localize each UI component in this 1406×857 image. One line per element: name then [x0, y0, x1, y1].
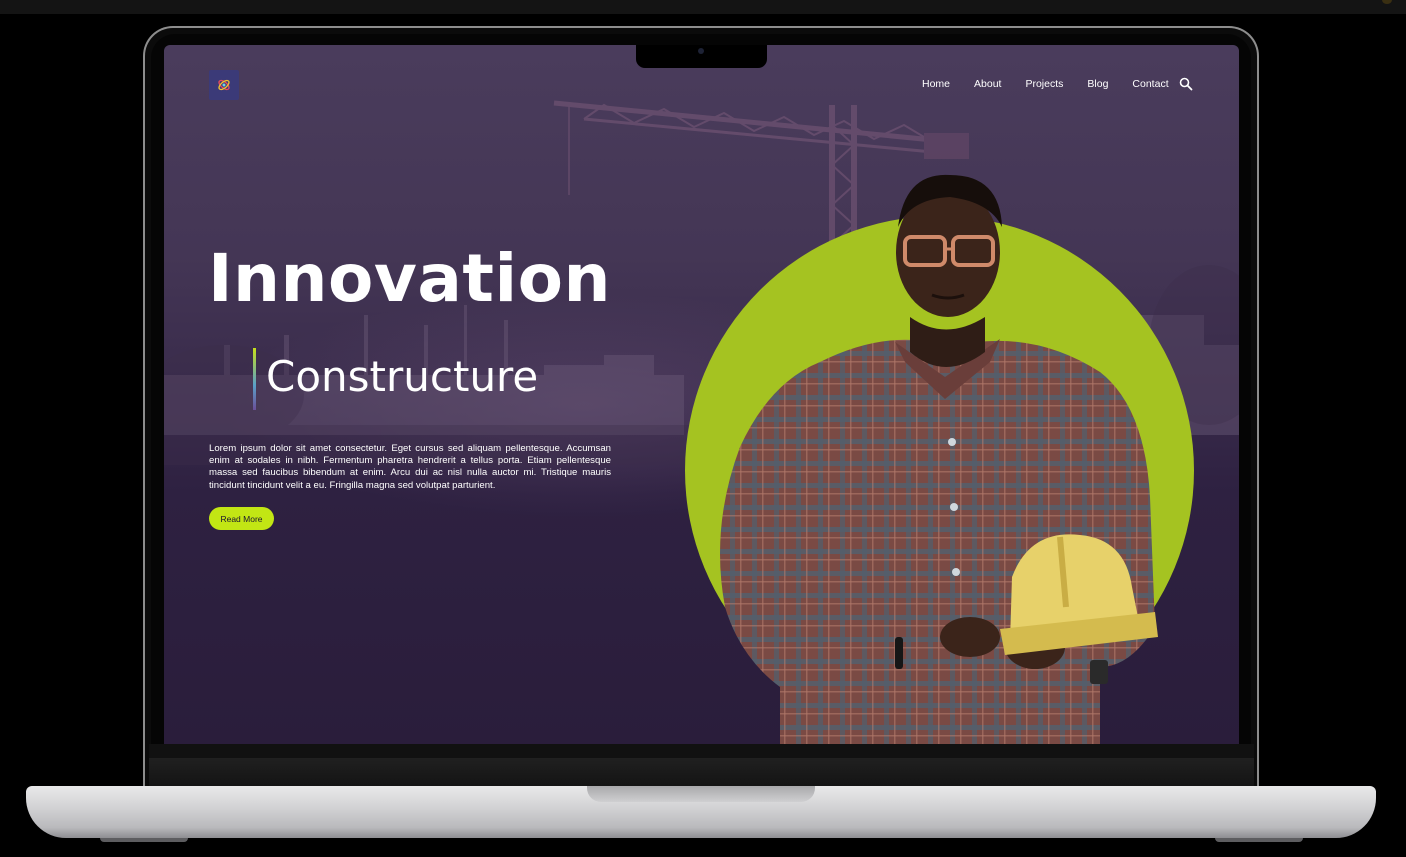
hero-subtitle: Constructure	[266, 352, 539, 401]
main-nav: Home About Projects Blog Contact	[922, 77, 1193, 91]
search-icon[interactable]	[1179, 77, 1193, 91]
trackpad-notch	[587, 786, 815, 802]
nav-home[interactable]: Home	[922, 78, 950, 90]
top-bar	[0, 0, 1406, 14]
nav-contact[interactable]: Contact	[1132, 78, 1168, 90]
camera-lens	[698, 48, 704, 54]
read-more-button[interactable]: Read More	[209, 507, 274, 530]
laptop-foot-right	[1215, 838, 1303, 842]
camera-notch	[636, 45, 767, 68]
hero-description: Lorem ipsum dolor sit amet consectetur. …	[209, 443, 611, 491]
engineer-illustration	[720, 174, 1158, 744]
hero-title: Innovation	[208, 240, 611, 317]
screen-chin	[149, 744, 1254, 758]
laptop-foot-left	[100, 838, 188, 842]
corner-indicator	[1382, 0, 1392, 4]
nav-blog[interactable]: Blog	[1087, 78, 1108, 90]
laptop-screen: Home About Projects Blog Contact Innovat…	[164, 45, 1239, 744]
subtitle-accent-bar	[253, 348, 256, 410]
site-logo[interactable]	[209, 70, 239, 100]
laptop-hinge	[149, 758, 1254, 786]
nav-projects[interactable]: Projects	[1025, 78, 1063, 90]
atom-logo-icon	[218, 79, 230, 91]
nav-about[interactable]: About	[974, 78, 1001, 90]
